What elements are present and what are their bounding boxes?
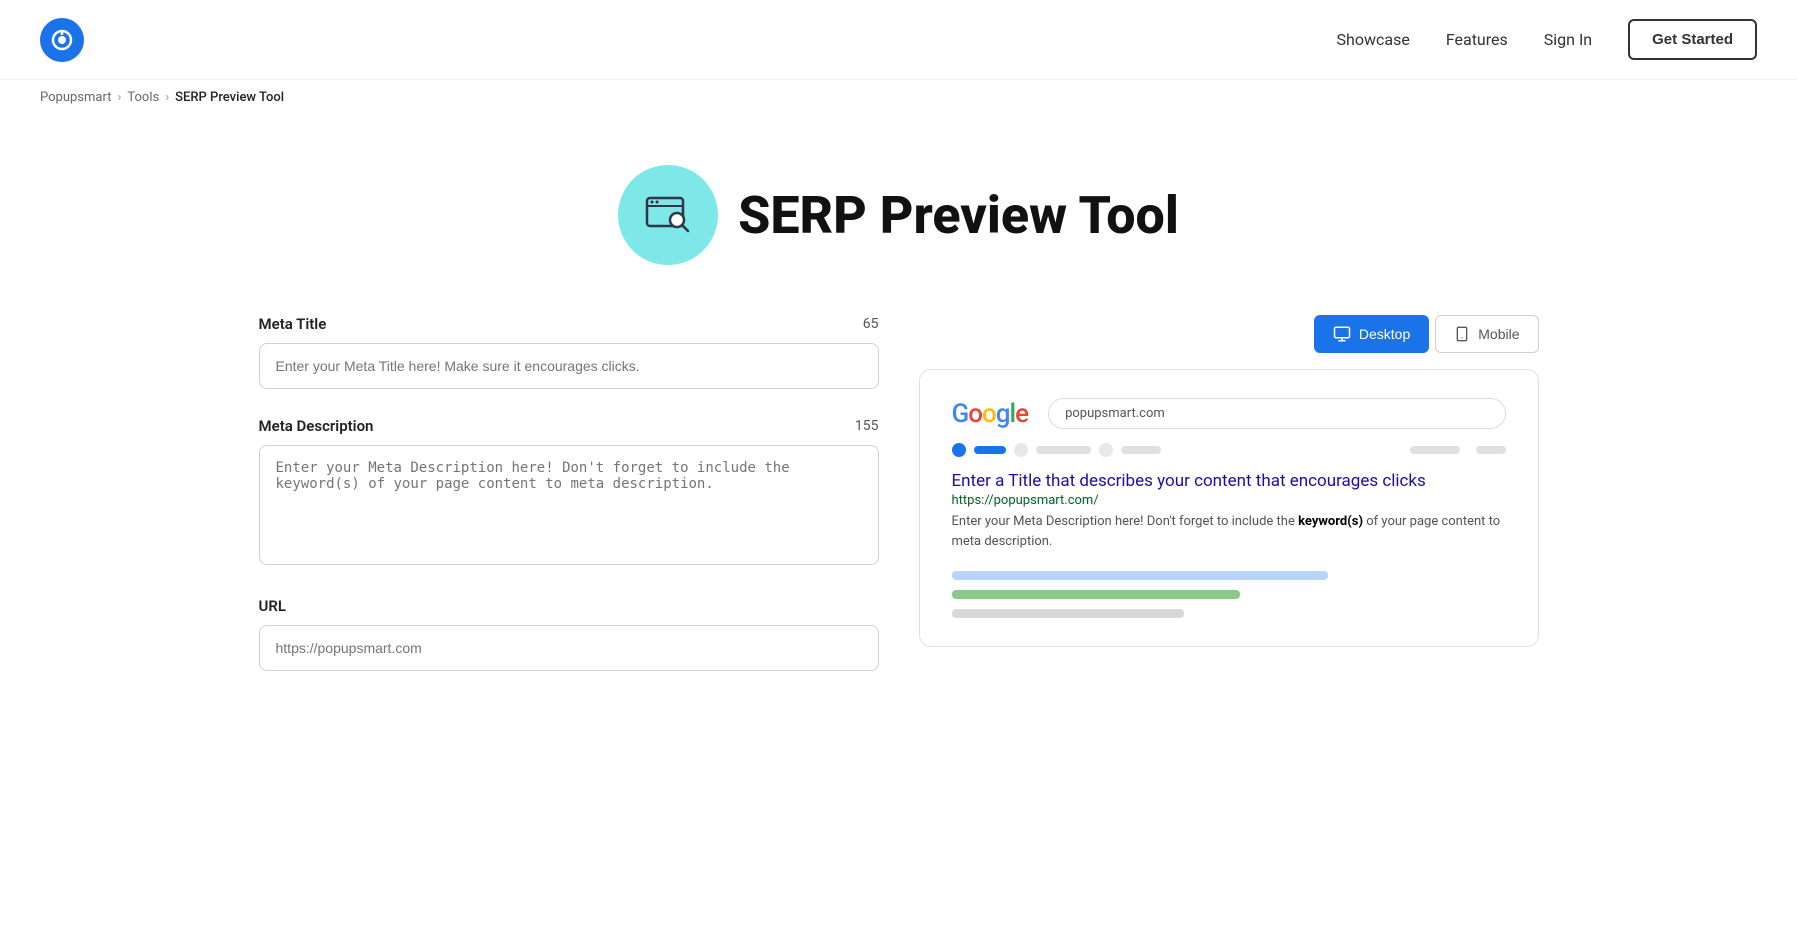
logo-icon[interactable] (40, 18, 84, 62)
mobile-icon (1454, 325, 1470, 343)
logo-area (40, 18, 84, 62)
skel-pill-4 (1410, 446, 1460, 454)
skeleton-results (952, 571, 1506, 618)
serp-preview-card: Google popupsmart.com Enter a Title that… (919, 369, 1539, 647)
desktop-icon (1333, 325, 1351, 343)
breadcrumb-separator-1: › (117, 90, 121, 105)
nav-sign-in[interactable]: Sign In (1544, 30, 1592, 49)
nav-features[interactable]: Features (1446, 30, 1508, 49)
mobile-toggle[interactable]: Mobile (1435, 315, 1538, 353)
mobile-label: Mobile (1478, 326, 1519, 342)
google-logo: Google (952, 399, 1029, 429)
meta-description-input[interactable] (259, 445, 879, 565)
skel-circle-1 (952, 443, 966, 457)
form-panel: Meta Title 65 Meta Description 155 URL (259, 315, 879, 699)
breadcrumb-current: SERP Preview Tool (175, 90, 284, 105)
preview-panel: Desktop Mobile Google popupsmart.com (919, 315, 1539, 699)
url-label: URL (259, 597, 287, 615)
url-group: URL (259, 597, 879, 671)
hero-section: SERP Preview Tool (0, 115, 1797, 295)
meta-title-label: Meta Title (259, 315, 327, 333)
desktop-toggle[interactable]: Desktop (1314, 315, 1429, 353)
skel-result-2 (952, 590, 1240, 599)
skel-pill-3 (1121, 446, 1161, 454)
serp-result-url: https://popupsmart.com/ (952, 493, 1506, 508)
breadcrumb-home[interactable]: Popupsmart (40, 90, 111, 105)
meta-title-header: Meta Title 65 (259, 315, 879, 333)
view-toggle: Desktop Mobile (919, 315, 1539, 353)
skeleton-nav (952, 443, 1506, 457)
skel-pill-1 (974, 446, 1006, 454)
meta-description-header: Meta Description 155 (259, 417, 879, 435)
serp-result-description: Enter your Meta Description here! Don't … (952, 512, 1506, 551)
serp-desc-before: Enter your Meta Description here! Don't … (952, 514, 1299, 529)
google-search-box: popupsmart.com (1048, 398, 1505, 429)
breadcrumb-separator-2: › (165, 90, 169, 105)
skel-result-3 (952, 609, 1185, 618)
get-started-button[interactable]: Get Started (1628, 19, 1757, 60)
skel-circle-3 (1099, 443, 1113, 457)
meta-description-label: Meta Description (259, 417, 374, 435)
meta-title-input[interactable] (259, 343, 879, 389)
serp-desc-keyword: keyword(s) (1298, 514, 1363, 529)
hero-icon (618, 165, 718, 265)
url-header: URL (259, 597, 879, 615)
meta-title-count: 65 (863, 316, 879, 332)
google-bar: Google popupsmart.com (952, 398, 1506, 429)
nav-showcase[interactable]: Showcase (1337, 30, 1410, 49)
skel-pill-5 (1476, 446, 1506, 454)
header: Showcase Features Sign In Get Started (0, 0, 1797, 80)
skel-circle-2 (1014, 443, 1028, 457)
nav: Showcase Features Sign In Get Started (1337, 19, 1757, 60)
breadcrumb: Popupsmart › Tools › SERP Preview Tool (0, 80, 1797, 115)
page-title: SERP Preview Tool (738, 185, 1179, 246)
serp-result-title[interactable]: Enter a Title that describes your conten… (952, 471, 1506, 491)
meta-description-group: Meta Description 155 (259, 417, 879, 569)
desktop-label: Desktop (1359, 326, 1410, 342)
skel-result-1 (952, 571, 1329, 580)
breadcrumb-tools[interactable]: Tools (127, 90, 159, 105)
serp-result: Enter a Title that describes your conten… (952, 471, 1506, 551)
url-input[interactable] (259, 625, 879, 671)
meta-title-group: Meta Title 65 (259, 315, 879, 389)
main-content: Meta Title 65 Meta Description 155 URL (199, 295, 1599, 739)
skel-pill-2 (1036, 446, 1091, 454)
meta-description-count: 155 (855, 418, 879, 434)
